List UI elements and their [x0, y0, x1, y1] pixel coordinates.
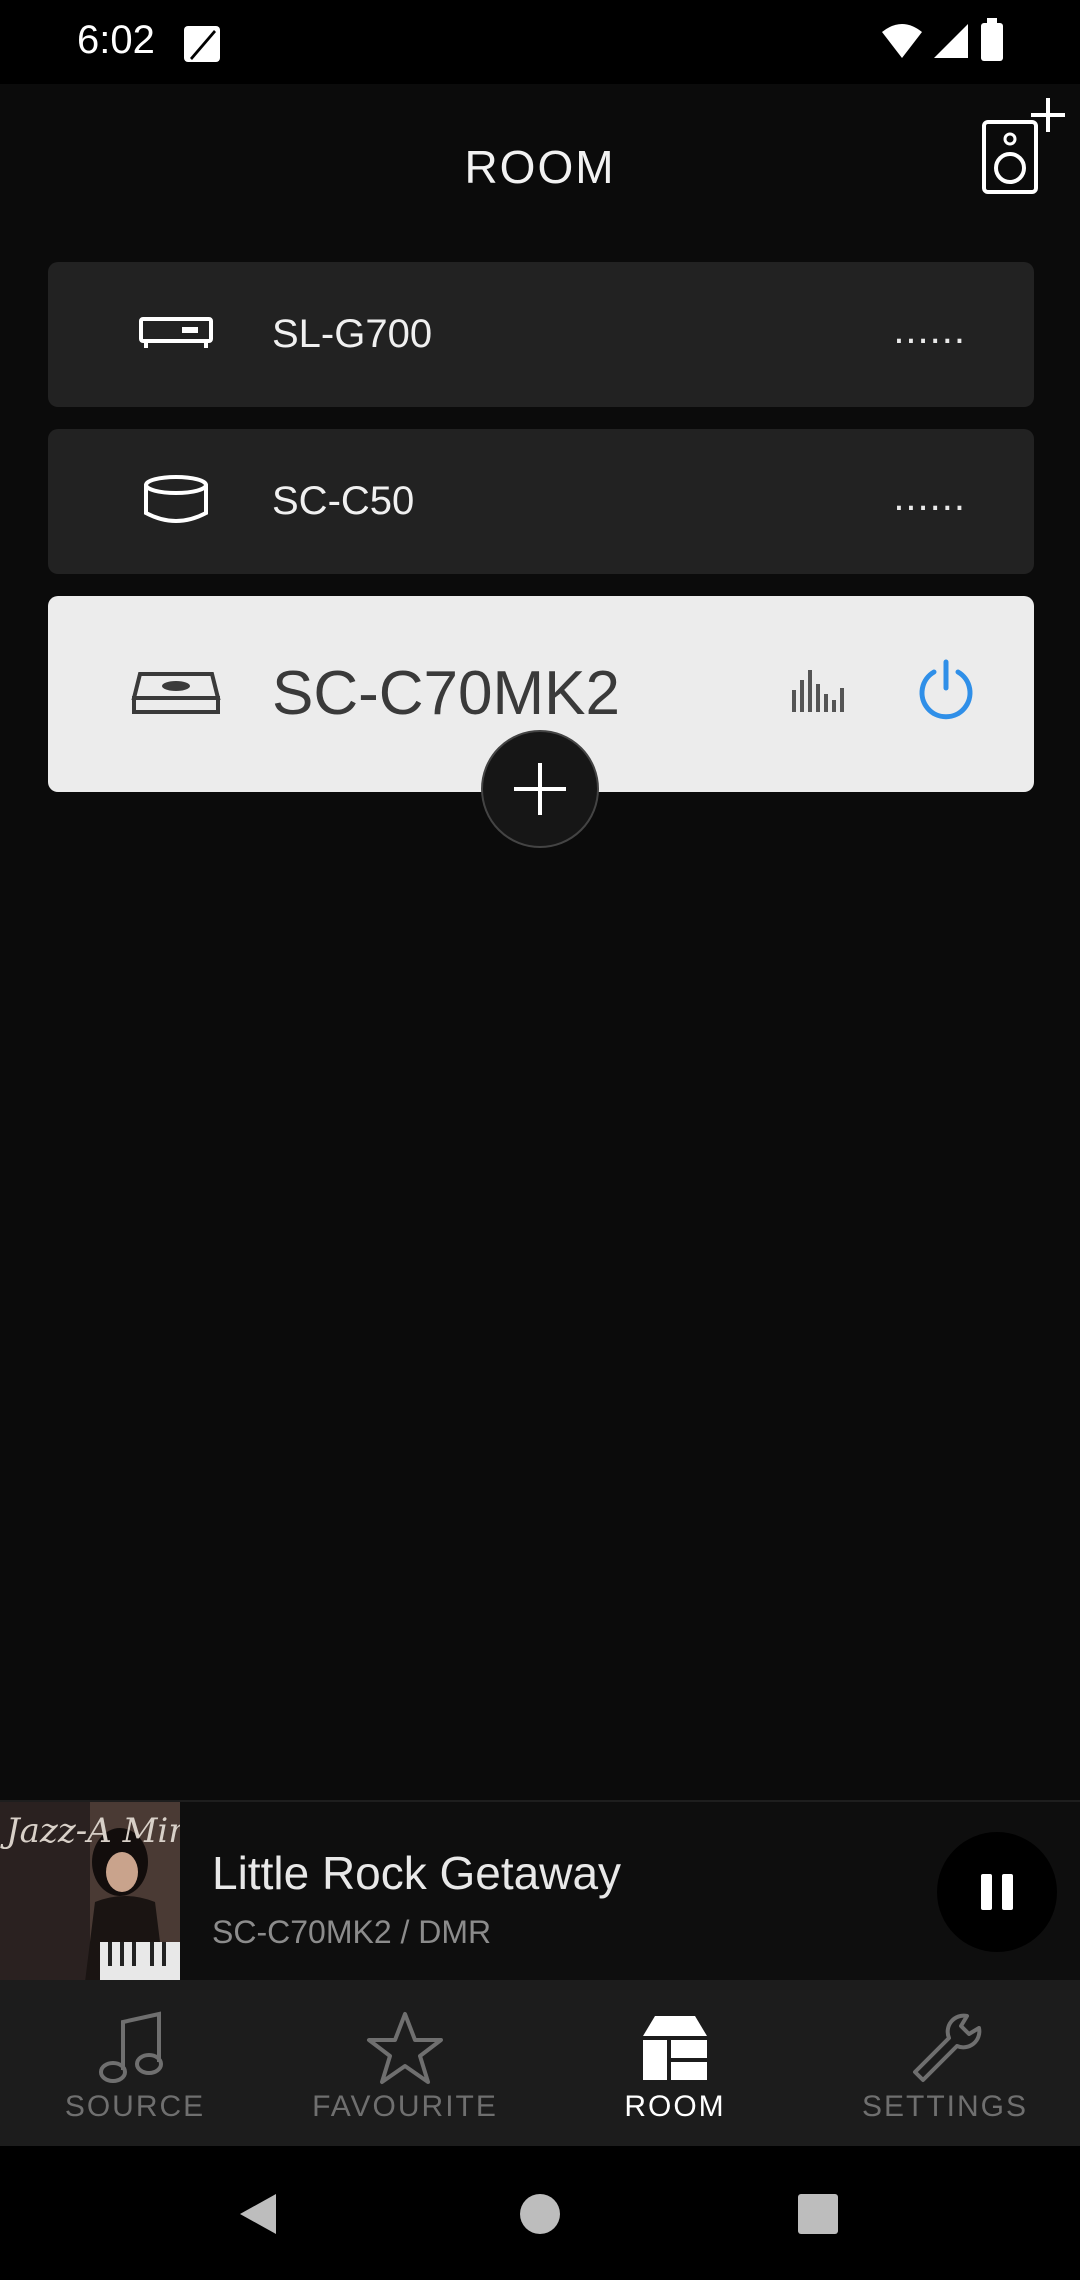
plus-icon	[514, 763, 566, 815]
page-title: ROOM	[464, 141, 616, 193]
bottom-tab-bar: SOURCE FAVOURITE ROOM SETTINGS	[0, 1980, 1080, 2146]
svg-text:Jazz-A Mine: Jazz-A Mine	[0, 1811, 180, 1851]
recents-icon[interactable]	[798, 2194, 838, 2234]
pause-icon	[981, 1874, 1013, 1910]
wifi-icon	[882, 24, 922, 58]
tab-settings[interactable]: SETTINGS	[810, 1980, 1080, 2146]
tab-favourite[interactable]: FAVOURITE	[270, 1980, 540, 2146]
more-options-button[interactable]: ......	[893, 308, 966, 353]
wrench-icon	[913, 2013, 982, 2082]
system-icon	[131, 672, 221, 714]
back-icon[interactable]	[236, 2190, 280, 2238]
track-source: SC-C70MK2 / DMR	[212, 1914, 492, 1950]
tab-label: FAVOURITE	[312, 2090, 498, 2123]
power-icon[interactable]	[916, 658, 976, 722]
mini-player[interactable]: Jazz-A Mine Little Rock Getaway SC-C70MK…	[0, 1800, 1080, 1982]
device-name: SC-C50	[272, 479, 415, 523]
tab-source[interactable]: SOURCE	[0, 1980, 270, 2146]
system-nav-bar	[0, 2146, 1080, 2280]
device-card-sc-c50[interactable]: SC-C50 ......	[48, 429, 1034, 574]
add-speaker-icon[interactable]	[976, 94, 1066, 204]
status-time: 6:02	[77, 18, 155, 62]
device-card-sl-g700[interactable]: SL-G700 ......	[48, 262, 1034, 407]
status-bar: 6:02	[0, 0, 1080, 84]
music-note-icon	[99, 2011, 163, 2083]
speaker-icon	[144, 475, 208, 523]
more-options-button[interactable]: ......	[893, 475, 966, 520]
battery-icon	[981, 18, 1003, 61]
sim-icon	[184, 26, 220, 62]
tab-label: SETTINGS	[861, 2090, 1028, 2123]
room-icon	[643, 2016, 707, 2080]
equalizer-icon[interactable]	[790, 668, 844, 712]
turntable-icon	[139, 317, 213, 348]
device-name: SC-C70MK2	[272, 659, 620, 728]
album-art[interactable]: Jazz-A Mine	[0, 1802, 180, 1982]
tab-label: SOURCE	[64, 2090, 206, 2123]
track-title: Little Rock Getaway	[212, 1847, 622, 1899]
add-room-button[interactable]	[481, 730, 599, 848]
tab-label: ROOM	[624, 2090, 726, 2123]
signal-icon	[934, 24, 968, 58]
star-icon	[367, 2012, 443, 2084]
tab-room[interactable]: ROOM	[540, 1980, 810, 2146]
device-name: SL-G700	[272, 312, 433, 356]
home-icon[interactable]	[518, 2192, 562, 2236]
pause-button[interactable]	[937, 1832, 1057, 1952]
